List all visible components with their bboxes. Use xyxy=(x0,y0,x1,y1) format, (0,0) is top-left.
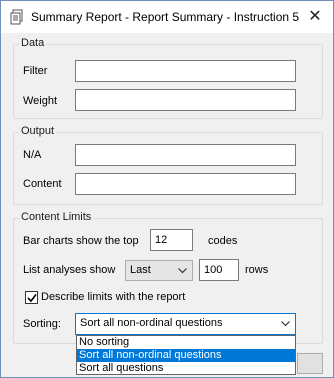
dialog-window: Summary Report - Report Summary - Instru… xyxy=(0,0,334,378)
partially-hidden-button[interactable] xyxy=(297,353,323,374)
check-icon xyxy=(27,294,37,303)
sorting-value: Sort all non-ordinal questions xyxy=(80,317,223,329)
list-rows-unit: rows xyxy=(245,264,269,276)
data-group-legend: Data xyxy=(19,37,47,50)
sorting-option-selected[interactable]: Sort all non-ordinal questions xyxy=(77,349,295,362)
sorting-option[interactable]: Sort all questions xyxy=(77,362,295,375)
na-label: N/A xyxy=(23,149,42,161)
filter-label: Filter xyxy=(23,65,48,77)
chevron-down-icon xyxy=(178,263,187,277)
na-input[interactable] xyxy=(75,144,296,166)
content-input[interactable] xyxy=(75,173,296,195)
bar-charts-label: Bar charts show the top xyxy=(23,235,139,247)
content-limits-legend: Content Limits xyxy=(19,211,94,224)
list-rows-input[interactable] xyxy=(199,259,239,281)
list-analyses-label: List analyses show xyxy=(23,264,116,276)
title-bar[interactable]: Summary Report - Report Summary - Instru… xyxy=(1,1,333,33)
sorting-option[interactable]: No sorting xyxy=(77,336,295,349)
weight-input[interactable] xyxy=(75,89,296,111)
content-label: Content xyxy=(23,178,62,190)
filter-input[interactable] xyxy=(75,60,296,82)
list-mode-value: Last xyxy=(130,264,151,276)
bar-charts-top-input[interactable] xyxy=(150,229,193,251)
bar-charts-unit: codes xyxy=(208,235,238,247)
describe-limits-label[interactable]: Describe limits with the report xyxy=(41,291,185,304)
list-mode-select[interactable]: Last xyxy=(125,260,193,281)
sorting-select[interactable]: Sort all non-ordinal questions xyxy=(75,313,296,335)
window-title: Summary Report - Report Summary - Instru… xyxy=(31,10,300,24)
sorting-dropdown-list: No sorting Sort all non-ordinal question… xyxy=(76,335,296,375)
sorting-label: Sorting: xyxy=(23,318,61,330)
report-icon xyxy=(10,9,24,25)
chevron-down-icon xyxy=(281,317,290,330)
close-icon[interactable]: ✕ xyxy=(301,5,329,29)
weight-label: Weight xyxy=(23,95,58,107)
output-group-legend: Output xyxy=(19,125,57,138)
describe-limits-checkbox[interactable] xyxy=(25,291,38,304)
